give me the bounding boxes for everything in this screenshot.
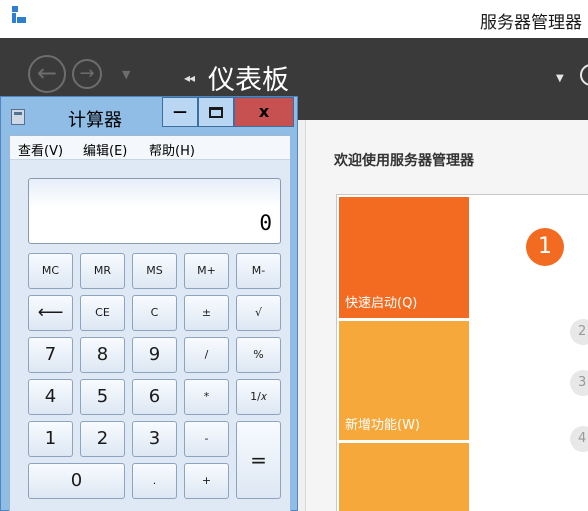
key-4[interactable]: 4 [28, 379, 73, 415]
key-reciprocal[interactable]: 1/𝑥 [236, 379, 281, 415]
key-decimal[interactable]: . [132, 463, 177, 499]
key-6[interactable]: 6 [132, 379, 177, 415]
key-divide[interactable]: / [184, 337, 229, 373]
calculator-app-icon [11, 109, 25, 125]
menu-edit[interactable]: 编辑(E) [83, 140, 127, 159]
welcome-heading: 欢迎使用服务器管理器 [334, 153, 474, 169]
key-equals[interactable]: = [236, 421, 281, 499]
key-percent[interactable]: % [236, 337, 281, 373]
calculator-title: 计算器 [68, 110, 122, 131]
page-title: 仪表板 [208, 65, 289, 96]
key-multiply[interactable]: * [184, 379, 229, 415]
tile-quick-start[interactable]: 快速启动(Q) [339, 197, 469, 318]
key-8[interactable]: 8 [80, 337, 125, 373]
key-add[interactable]: + [184, 463, 229, 499]
maximize-icon [209, 107, 223, 118]
maximize-button[interactable] [198, 97, 234, 127]
key-5[interactable]: 5 [80, 379, 125, 415]
history-dropdown-icon[interactable]: ▼ [122, 68, 130, 81]
display-value: 0 [259, 211, 272, 235]
forward-arrow-icon[interactable]: → [72, 59, 102, 89]
calculator-window: 计算器 — x 查看(V) 编辑(E) 帮助(H) 0 MC MR MS M+ … [0, 96, 298, 511]
server-manager-app-icon [12, 6, 28, 24]
tile-whats-new-label: 新增功能(W) [345, 418, 420, 433]
minimize-button[interactable]: — [162, 97, 198, 127]
key-square-root[interactable]: √ [236, 295, 281, 331]
calculator-body: 查看(V) 编辑(E) 帮助(H) 0 MC MR MS M+ M- ⟵ CE … [9, 135, 291, 511]
menu-view[interactable]: 查看(V) [18, 140, 63, 159]
step-1-badge: 1 [526, 228, 564, 266]
key-memory-recall[interactable]: MR [80, 253, 125, 289]
calculator-display: 0 [28, 178, 281, 244]
menu-help[interactable]: 帮助(H) [149, 140, 195, 159]
calculator-titlebar[interactable]: 计算器 — x [1, 97, 297, 131]
key-clear[interactable]: C [132, 295, 177, 331]
key-backspace[interactable]: ⟵ [28, 295, 73, 331]
key-memory-add[interactable]: M+ [184, 253, 229, 289]
key-9[interactable]: 9 [132, 337, 177, 373]
tile-learn-more[interactable] [339, 443, 469, 511]
breadcrumb-arrows-icon: ◂◂ [184, 71, 195, 85]
calculator-menu-bar: 查看(V) 编辑(E) 帮助(H) [10, 136, 290, 160]
key-clear-entry[interactable]: CE [80, 295, 125, 331]
tile-whats-new[interactable]: 新增功能(W) [339, 321, 469, 440]
close-button[interactable]: x [234, 97, 294, 127]
key-2[interactable]: 2 [80, 421, 125, 457]
refresh-icon[interactable] [580, 64, 588, 86]
back-arrow-icon[interactable]: ← [28, 55, 66, 93]
key-3[interactable]: 3 [132, 421, 177, 457]
key-memory-subtract[interactable]: M- [236, 253, 281, 289]
key-7[interactable]: 7 [28, 337, 73, 373]
key-memory-clear[interactable]: MC [28, 253, 73, 289]
refresh-dropdown-icon[interactable]: ▼ [556, 73, 564, 84]
server-manager-title: 服务器管理器 [480, 13, 582, 33]
key-memory-store[interactable]: MS [132, 253, 177, 289]
server-manager-titlebar: 服务器管理器 [0, 0, 588, 38]
key-0[interactable]: 0 [28, 463, 125, 499]
key-plus-minus[interactable]: ± [184, 295, 229, 331]
key-subtract[interactable]: - [184, 421, 229, 457]
tile-quick-start-label: 快速启动(Q) [345, 296, 418, 311]
key-1[interactable]: 1 [28, 421, 73, 457]
